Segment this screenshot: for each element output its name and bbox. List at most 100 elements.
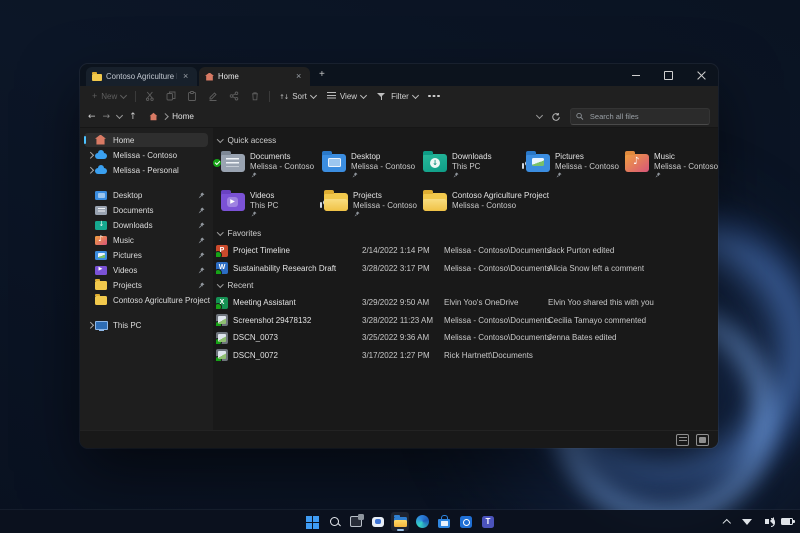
sidebar-item[interactable]: Desktop bbox=[84, 188, 208, 202]
search-input[interactable] bbox=[588, 111, 704, 122]
cut-button[interactable] bbox=[143, 89, 157, 103]
minimize-icon[interactable] bbox=[619, 64, 652, 86]
pin-icon bbox=[352, 172, 358, 178]
start-icon[interactable] bbox=[303, 512, 321, 531]
sidebar-item[interactable]: Home bbox=[84, 133, 208, 147]
back-button[interactable]: ← bbox=[88, 112, 96, 122]
quick-access-tile[interactable]: Videos This PC bbox=[215, 189, 316, 222]
sidebar-item[interactable]: Videos bbox=[84, 263, 208, 277]
file-row[interactable]: Sustainability Research Draft 3/28/2022 … bbox=[215, 260, 718, 278]
quick-access-tile[interactable]: Contoso Agriculture Project Melissa - Co… bbox=[417, 189, 518, 222]
expand-chevron-icon[interactable] bbox=[87, 322, 93, 328]
expand-chevron-icon[interactable] bbox=[87, 167, 93, 173]
filter-button[interactable]: Filter bbox=[375, 92, 420, 101]
quick-access-tile[interactable]: Pictures Melissa - Contoso bbox=[518, 150, 619, 183]
up-button[interactable]: ↑ bbox=[129, 112, 137, 122]
nav-group: Home Melissa - Contoso bbox=[80, 133, 213, 177]
sidebar-item[interactable]: Documents bbox=[84, 203, 208, 217]
file-date: 3/17/2022 1:27 PM bbox=[362, 351, 444, 360]
outlook-icon[interactable] bbox=[457, 512, 475, 531]
new-button[interactable]: New bbox=[90, 91, 128, 101]
forward-button[interactable]: → bbox=[103, 112, 111, 122]
section-label: Favorites bbox=[228, 229, 262, 238]
close-icon[interactable] bbox=[685, 64, 718, 86]
sidebar-item[interactable]: Melissa - Contoso bbox=[84, 148, 208, 162]
file-row[interactable]: DSCN_0073 3/25/2022 9:36 AM Melissa - Co… bbox=[215, 329, 718, 347]
details-view-toggle-icon[interactable] bbox=[676, 434, 689, 446]
folder-name: Pictures bbox=[555, 152, 619, 162]
file-row[interactable]: DSCN_0072 3/17/2022 1:27 PM Rick Hartnet… bbox=[215, 347, 718, 365]
search-box bbox=[570, 108, 710, 125]
new-tab-button[interactable] bbox=[315, 68, 331, 84]
address-dropdown-chevron-icon[interactable] bbox=[536, 112, 543, 119]
pin-icon bbox=[198, 192, 205, 199]
edge-icon[interactable] bbox=[413, 512, 431, 531]
chevron-down-icon bbox=[360, 91, 367, 98]
paste-button[interactable] bbox=[185, 89, 199, 103]
file-row[interactable]: Meeting Assistant 3/29/2022 9:50 AM Elvi… bbox=[215, 294, 718, 312]
file-activity: Jenna Bates edited bbox=[548, 333, 718, 342]
sidebar-item[interactable]: Contoso Agriculture Project bbox=[84, 293, 208, 307]
maximize-icon[interactable] bbox=[652, 64, 685, 86]
breadcrumb-item[interactable]: Home bbox=[172, 112, 194, 121]
sidebar-item-label: Pictures bbox=[113, 251, 142, 260]
folder-icon bbox=[221, 154, 245, 172]
battery-icon[interactable] bbox=[781, 514, 793, 530]
quick-access-tile[interactable]: Music Melissa - Contoso bbox=[619, 150, 718, 183]
section-header-recent[interactable]: Recent bbox=[218, 279, 718, 292]
section-header-favorites[interactable]: Favorites bbox=[218, 227, 718, 240]
delete-button[interactable] bbox=[248, 89, 262, 103]
share-button[interactable] bbox=[227, 89, 241, 103]
sidebar-item-label: Contoso Agriculture Project bbox=[113, 296, 210, 305]
file-type-icon bbox=[216, 332, 228, 344]
file-row[interactable]: Screenshot 29478132 3/28/2022 11:23 AM M… bbox=[215, 312, 718, 330]
view-button[interactable]: View bbox=[325, 92, 368, 101]
sort-button[interactable]: Sort bbox=[277, 92, 318, 101]
tab-close-icon[interactable] bbox=[294, 72, 304, 82]
sidebar-item[interactable]: Pictures bbox=[84, 248, 208, 262]
quick-access-tile[interactable]: Downloads This PC bbox=[417, 150, 518, 183]
sidebar-item[interactable]: This PC bbox=[84, 318, 208, 332]
large-icons-view-toggle-icon[interactable] bbox=[696, 434, 709, 446]
copy-button[interactable] bbox=[164, 89, 178, 103]
refresh-button[interactable] bbox=[549, 110, 563, 124]
sidebar-item[interactable]: Projects bbox=[84, 278, 208, 292]
recent-locations-chevron-icon[interactable] bbox=[116, 112, 123, 119]
chat-icon[interactable] bbox=[369, 512, 387, 531]
rename-button[interactable] bbox=[206, 89, 220, 103]
section-header-quick-access[interactable]: Quick access bbox=[218, 134, 718, 147]
expand-chevron-icon[interactable] bbox=[87, 152, 93, 158]
sidebar-item-label: Melissa - Contoso bbox=[113, 151, 177, 160]
sidebar-item[interactable]: Downloads bbox=[84, 218, 208, 232]
store-icon[interactable] bbox=[435, 512, 453, 531]
file-row[interactable]: Project Timeline 2/14/2022 1:14 PM Melis… bbox=[215, 242, 718, 260]
sidebar-item[interactable]: Melissa - Personal bbox=[84, 163, 208, 177]
quick-access-tile[interactable]: Documents Melissa - Contoso bbox=[215, 150, 316, 183]
sidebar-item-icon bbox=[95, 221, 107, 230]
sidebar-item-icon bbox=[95, 251, 107, 260]
file-activity: Alicia Snow left a comment bbox=[548, 264, 718, 273]
quick-access-tile[interactable]: Projects Melissa - Contoso bbox=[316, 189, 417, 222]
more-options-button[interactable] bbox=[427, 89, 441, 103]
sidebar-item[interactable]: Music bbox=[84, 233, 208, 247]
tab-close-icon[interactable] bbox=[181, 72, 191, 82]
sync-status-badge bbox=[216, 321, 222, 327]
tab-bar: Contoso Agriculture Project Home bbox=[80, 64, 718, 86]
teams-icon[interactable] bbox=[479, 512, 497, 531]
explorer-tab[interactable]: Home bbox=[199, 67, 310, 86]
quick-access-tile[interactable]: Desktop Melissa - Contoso bbox=[316, 150, 417, 183]
search-icon[interactable] bbox=[325, 512, 343, 531]
breadcrumb[interactable]: Home bbox=[149, 112, 530, 121]
folder-location: Melissa - Contoso bbox=[250, 162, 314, 172]
volume-icon[interactable] bbox=[761, 514, 773, 530]
sidebar-item-label: Documents bbox=[113, 206, 153, 215]
breadcrumb-chevron-icon bbox=[162, 113, 168, 119]
explorer-tab[interactable]: Contoso Agriculture Project bbox=[86, 67, 197, 86]
sidebar-item-icon bbox=[95, 136, 107, 145]
file-explorer-icon[interactable] bbox=[391, 512, 409, 531]
chevron-up-icon[interactable] bbox=[721, 514, 733, 530]
wifi-icon[interactable] bbox=[741, 514, 753, 530]
task-view-icon[interactable] bbox=[347, 512, 365, 531]
folder-name: Music bbox=[654, 152, 718, 162]
tab-label: Home bbox=[218, 72, 239, 81]
